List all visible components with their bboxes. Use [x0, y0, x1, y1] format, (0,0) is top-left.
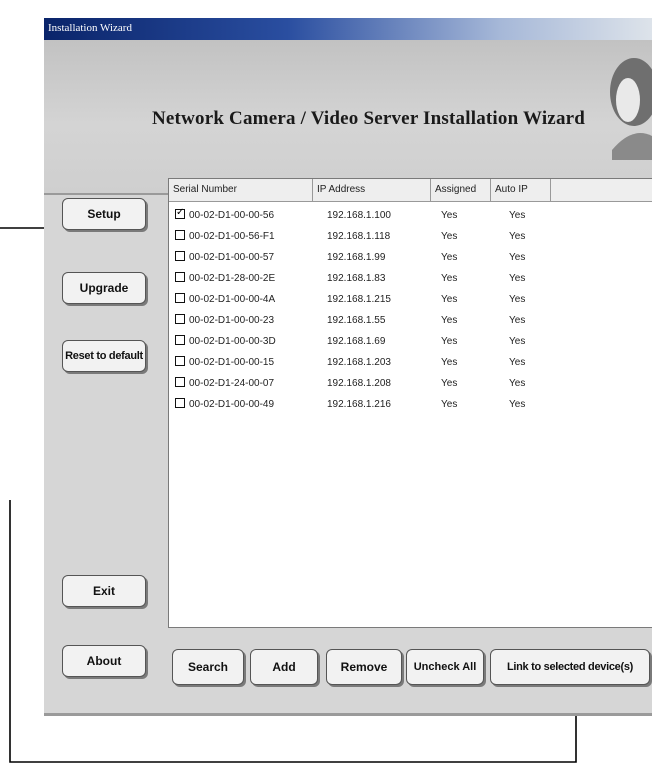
ip-address-cell: 192.168.1.118: [327, 231, 391, 242]
assigned-cell: Yes: [441, 210, 458, 221]
add-button[interactable]: Add: [250, 649, 318, 685]
column-header-assigned[interactable]: Assigned: [431, 179, 491, 201]
assigned-cell: Yes: [441, 336, 458, 347]
checkbox-icon[interactable]: [175, 230, 185, 240]
checkbox-icon[interactable]: [175, 314, 185, 324]
table-row[interactable]: 00-02-D1-00-00-4A 192.168.1.215 Yes Yes: [169, 289, 652, 310]
reset-to-default-button[interactable]: Reset to default: [62, 340, 146, 372]
table-row[interactable]: 00-02-D1-00-00-49 192.168.1.216 Yes Yes: [169, 394, 652, 415]
list-header: Serial Number IP Address Assigned Auto I…: [169, 179, 652, 202]
ip-address-cell: 192.168.1.99: [327, 252, 386, 263]
checkbox-icon[interactable]: [175, 377, 185, 387]
about-button[interactable]: About: [62, 645, 146, 677]
serial-number-cell: 00-02-D1-00-00-15: [189, 357, 275, 368]
checkbox-icon[interactable]: [175, 251, 185, 261]
ip-address-cell: 192.168.1.203: [327, 357, 391, 368]
checkbox-icon[interactable]: [175, 335, 185, 345]
remove-button[interactable]: Remove: [326, 649, 402, 685]
auto-ip-cell: Yes: [509, 273, 526, 284]
ip-address-cell: 192.168.1.55: [327, 315, 386, 326]
column-header-ip[interactable]: IP Address: [313, 179, 431, 201]
ip-address-cell: 192.168.1.83: [327, 273, 386, 284]
serial-number-cell: 00-02-D1-00-00-56: [189, 210, 275, 221]
assigned-cell: Yes: [441, 315, 458, 326]
assigned-cell: Yes: [441, 399, 458, 410]
ip-address-cell: 192.168.1.216: [327, 399, 391, 410]
auto-ip-cell: Yes: [509, 210, 526, 221]
serial-number-cell: 00-02-D1-00-00-49: [189, 399, 275, 410]
ip-address-cell: 192.168.1.208: [327, 378, 391, 389]
assigned-cell: Yes: [441, 294, 458, 305]
assigned-cell: Yes: [441, 273, 458, 284]
assigned-cell: Yes: [441, 252, 458, 263]
ip-address-cell: 192.168.1.215: [327, 294, 391, 305]
link-to-selected-device-button[interactable]: Link to selected device(s): [490, 649, 650, 685]
table-row[interactable]: 00-02-D1-00-00-15 192.168.1.203 Yes Yes: [169, 352, 652, 373]
search-button[interactable]: Search: [172, 649, 244, 685]
serial-number-cell: 00-02-D1-00-56-F1: [189, 231, 275, 242]
setup-button[interactable]: Setup: [62, 198, 146, 230]
banner: Network Camera / Video Server Installati…: [44, 40, 652, 195]
window-bottom-border: [44, 713, 652, 716]
auto-ip-cell: Yes: [509, 378, 526, 389]
column-header-serial[interactable]: Serial Number: [169, 179, 313, 201]
table-row[interactable]: 00-02-D1-24-00-07 192.168.1.208 Yes Yes: [169, 373, 652, 394]
assigned-cell: Yes: [441, 231, 458, 242]
table-row[interactable]: 00-02-D1-28-00-2E 192.168.1.83 Yes Yes: [169, 268, 652, 289]
auto-ip-cell: Yes: [509, 336, 526, 347]
exit-button[interactable]: Exit: [62, 575, 146, 607]
assigned-cell: Yes: [441, 378, 458, 389]
table-row[interactable]: 00-02-D1-00-00-56 192.168.1.100 Yes Yes: [169, 205, 652, 226]
header-photo: [610, 58, 652, 160]
checkbox-icon[interactable]: [175, 398, 185, 408]
device-list[interactable]: Serial Number IP Address Assigned Auto I…: [168, 178, 652, 628]
auto-ip-cell: Yes: [509, 399, 526, 410]
serial-number-cell: 00-02-D1-28-00-2E: [189, 273, 276, 284]
title-bar[interactable]: Installation Wizard: [44, 18, 652, 40]
upgrade-button[interactable]: Upgrade: [62, 272, 146, 304]
checkbox-icon[interactable]: [175, 272, 185, 282]
column-header-auto-ip[interactable]: Auto IP: [491, 179, 551, 201]
installation-wizard-window: Installation Wizard Network Camera / Vid…: [44, 18, 652, 716]
serial-number-cell: 00-02-D1-00-00-3D: [189, 336, 276, 347]
serial-number-cell: 00-02-D1-00-00-4A: [189, 294, 276, 305]
table-row[interactable]: 00-02-D1-00-00-23 192.168.1.55 Yes Yes: [169, 310, 652, 331]
auto-ip-cell: Yes: [509, 294, 526, 305]
uncheck-all-button[interactable]: Uncheck All: [406, 649, 484, 685]
window-title: Installation Wizard: [48, 22, 132, 34]
checkbox-icon[interactable]: [175, 293, 185, 303]
serial-number-cell: 00-02-D1-00-00-57: [189, 252, 275, 263]
banner-title: Network Camera / Video Server Installati…: [152, 108, 586, 129]
auto-ip-cell: Yes: [509, 252, 526, 263]
table-row[interactable]: 00-02-D1-00-56-F1 192.168.1.118 Yes Yes: [169, 226, 652, 247]
serial-number-cell: 00-02-D1-24-00-07: [189, 378, 275, 389]
checkbox-icon[interactable]: [175, 207, 185, 219]
auto-ip-cell: Yes: [509, 315, 526, 326]
ip-address-cell: 192.168.1.69: [327, 336, 386, 347]
auto-ip-cell: Yes: [509, 231, 526, 242]
table-row[interactable]: 00-02-D1-00-00-57 192.168.1.99 Yes Yes: [169, 247, 652, 268]
serial-number-cell: 00-02-D1-00-00-23: [189, 315, 275, 326]
ip-address-cell: 192.168.1.100: [327, 210, 391, 221]
assigned-cell: Yes: [441, 357, 458, 368]
auto-ip-cell: Yes: [509, 357, 526, 368]
checkbox-icon[interactable]: [175, 356, 185, 366]
table-row[interactable]: 00-02-D1-00-00-3D 192.168.1.69 Yes Yes: [169, 331, 652, 352]
